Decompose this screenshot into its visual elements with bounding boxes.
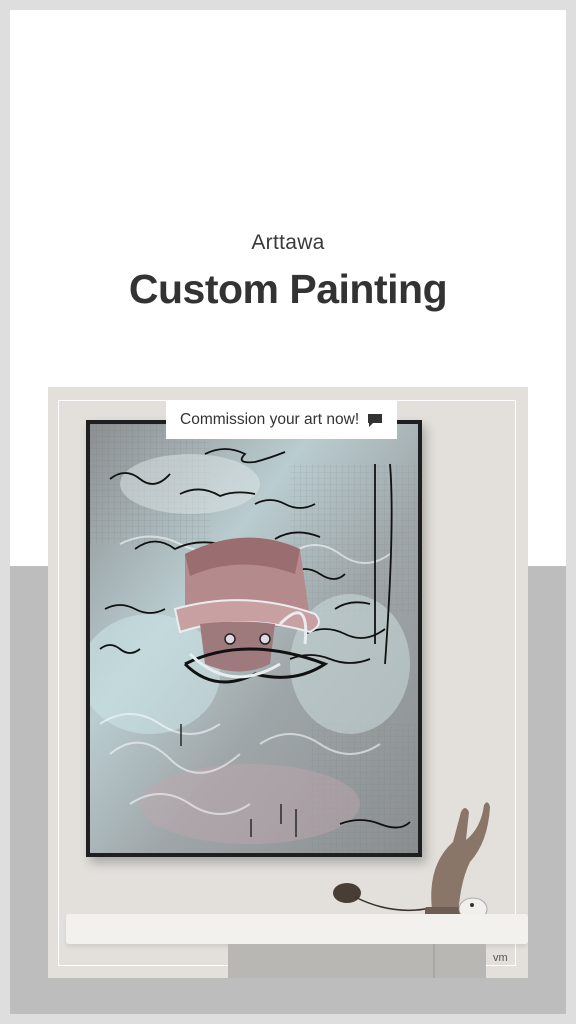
shelf-decor	[333, 797, 493, 925]
painting-frame	[86, 420, 422, 857]
graffiti-painting	[90, 424, 418, 853]
commission-label: Commission your art now!	[180, 411, 360, 428]
product-mockup: Commission your art now! vm	[48, 387, 528, 978]
shelf-base	[228, 944, 486, 978]
brand-name: Arttawa	[251, 231, 325, 254]
wall-shelf	[66, 914, 528, 944]
commission-badge[interactable]: Commission your art now!	[166, 401, 398, 439]
shelf-divider	[433, 944, 435, 978]
watermark: vm	[493, 952, 508, 964]
chat-bubble-icon	[367, 413, 383, 428]
lotus-pod-decor	[333, 883, 436, 912]
page-title: Custom Painting	[128, 266, 448, 312]
graffiti-artwork-image	[90, 424, 418, 853]
